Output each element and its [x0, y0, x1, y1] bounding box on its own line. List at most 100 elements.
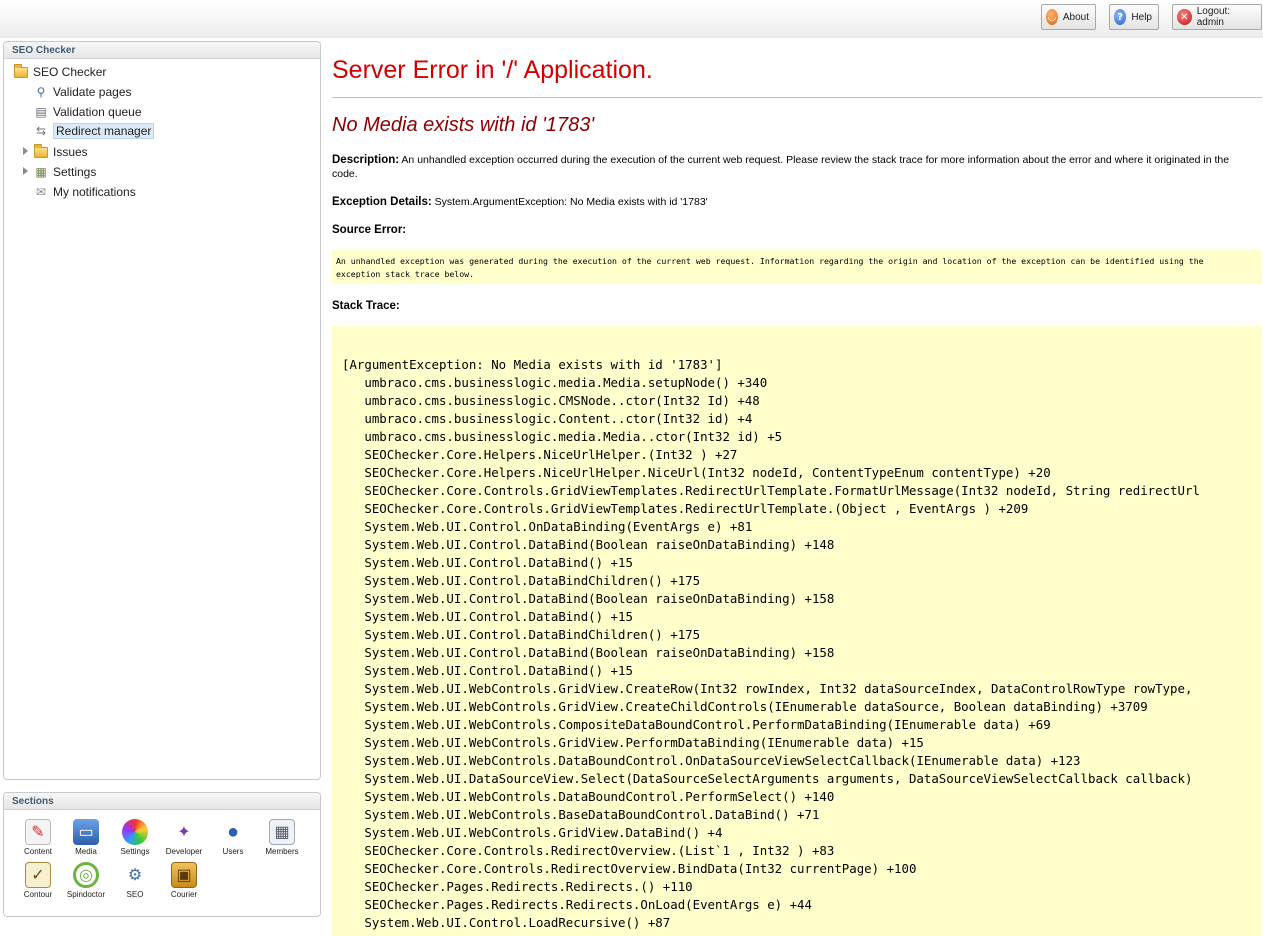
description-paragraph: Description: An unhandled exception occu…	[332, 153, 1257, 181]
section-label: Settings	[120, 847, 150, 856]
logout-icon: ✕	[1177, 9, 1192, 25]
stack-trace-line: System.Web.UI.Control.DataBindChildren()…	[342, 573, 701, 588]
tree-item-validate-pages[interactable]: ⚲ Validate pages	[33, 83, 132, 101]
section-label: Courier	[170, 890, 198, 899]
help-icon: ?	[1114, 9, 1127, 25]
description-label: Description:	[332, 154, 400, 166]
section-label: Developer	[165, 847, 203, 856]
tree-item-redirect-manager[interactable]: ⇆ Redirect manager	[33, 122, 155, 140]
sections-panel-title: Sections	[4, 793, 320, 810]
stack-trace-line: SEOChecker.Core.Controls.RedirectOvervie…	[342, 861, 917, 876]
section-content[interactable]: ✎ Content	[16, 819, 60, 856]
logout-label: Logout: admin	[1196, 6, 1231, 28]
sections-panel: Sections ✎ Content ▭ Media Settings ✦ De…	[3, 792, 321, 917]
developer-icon: ✦	[177, 824, 191, 841]
section-label: Spindoctor	[66, 890, 106, 899]
tree-item-settings[interactable]: ▦ Settings	[33, 163, 96, 181]
stack-trace-line: System.Web.UI.Control.DataBind() +15	[342, 663, 633, 678]
tree-panel-title: SEO Checker	[4, 42, 320, 59]
stack-trace-line: SEOChecker.Core.Helpers.NiceUrlHelper.Ni…	[342, 465, 1051, 480]
section-label: Media	[75, 847, 97, 856]
stack-trace-line: System.Web.UI.WebControls.GridView.DataB…	[342, 825, 723, 840]
section-label: SEO	[126, 890, 144, 899]
stack-trace-line: SEOChecker.Pages.Redirects.Redirects.() …	[342, 879, 693, 894]
exception-details-paragraph: Exception Details: System.ArgumentExcept…	[332, 195, 708, 209]
tree-item-seo-checker[interactable]: SEO Checker	[13, 63, 106, 81]
error-message: No Media exists with id '1783'	[332, 114, 595, 136]
stack-trace-line: System.Web.UI.DataSourceView.Select(Data…	[342, 771, 1193, 786]
tree-item-label: Issues	[53, 145, 88, 159]
section-contour[interactable]: ✓ Contour	[16, 862, 60, 899]
stack-trace-line: System.Web.UI.WebControls.DataBoundContr…	[342, 753, 1081, 768]
tree-item-label: Settings	[53, 165, 97, 179]
folder-icon	[13, 63, 29, 80]
stack-trace-line: System.Web.UI.WebControls.GridView.Creat…	[342, 681, 1193, 696]
stack-trace-line: SEOChecker.Pages.Redirects.Redirects.OnL…	[342, 897, 812, 912]
expand-arrow-issues[interactable]	[23, 147, 28, 155]
stack-trace-line: System.Web.UI.Control.DataBindChildren()…	[342, 627, 701, 642]
tree-item-validation-queue[interactable]: ▤ Validation queue	[33, 103, 142, 121]
about-button[interactable]: ◡ About	[1041, 4, 1096, 30]
stack-trace-lines: [ArgumentException: No Media exists with…	[342, 356, 1262, 932]
tree-item-label: Validation queue	[53, 105, 142, 119]
tree-item-label: Validate pages	[53, 85, 132, 99]
section-developer[interactable]: ✦ Developer	[162, 819, 206, 856]
stack-trace-line: System.Web.UI.WebControls.BaseDataBoundC…	[342, 807, 820, 822]
help-label: Help	[1131, 11, 1152, 23]
stack-trace-line: System.Web.UI.Control.DataBind(Boolean r…	[342, 537, 835, 552]
source-error-heading: Source Error:	[332, 224, 407, 236]
section-members[interactable]: ▦ Members	[260, 819, 304, 856]
section-seo[interactable]: ⚙ SEO	[113, 862, 157, 899]
section-users[interactable]: ● Users	[211, 819, 255, 857]
stack-trace-heading: Stack Trace:	[332, 300, 400, 312]
section-label: Contour	[23, 890, 53, 899]
section-spindoctor[interactable]: ◎ Spindoctor	[64, 862, 108, 899]
source-error-box: An unhandled exception was generated dur…	[332, 250, 1262, 284]
users-icon: ●	[226, 820, 240, 843]
stack-trace-line: System.Web.UI.Control.LoadRecursive() +8…	[342, 915, 671, 930]
stack-trace-line: System.Web.UI.Control.DataBind() +15	[342, 555, 633, 570]
media-icon: ▭	[73, 819, 99, 845]
title-divider	[332, 97, 1262, 98]
spindoctor-icon: ◎	[73, 862, 99, 888]
tree-item-issues[interactable]: Issues	[33, 143, 88, 161]
stack-trace-line: System.Web.UI.WebControls.GridView.Perfo…	[342, 735, 924, 750]
stack-trace-line: SEOChecker.Core.Helpers.NiceUrlHelper.(I…	[342, 447, 738, 462]
about-icon: ◡	[1046, 9, 1058, 25]
section-courier[interactable]: ▣ Courier	[162, 862, 206, 899]
settings-icon: ▦	[35, 165, 47, 179]
settings-icon	[122, 819, 148, 845]
stack-trace-line: umbraco.cms.businesslogic.Content..ctor(…	[342, 411, 753, 426]
folder-icon	[33, 143, 49, 160]
envelope-icon: ✉	[35, 185, 47, 199]
exception-label: Exception Details:	[332, 196, 432, 208]
expand-arrow-settings[interactable]	[23, 167, 28, 175]
stack-trace-line: umbraco.cms.businesslogic.CMSNode..ctor(…	[342, 393, 760, 408]
stack-trace-line: System.Web.UI.Control.DataBind(Boolean r…	[342, 591, 835, 606]
help-button[interactable]: ? Help	[1109, 4, 1159, 30]
page-title: Server Error in '/' Application.	[332, 56, 653, 84]
stack-trace-line: SEOChecker.Core.Controls.RedirectOvervie…	[342, 843, 835, 858]
content-icon: ✎	[25, 819, 51, 845]
section-media[interactable]: ▭ Media	[64, 819, 108, 856]
tree-item-my-notifications[interactable]: ✉ My notifications	[33, 183, 136, 201]
tree-item-label: Redirect manager	[53, 123, 155, 139]
section-label: Members	[265, 847, 299, 856]
stack-trace-line: umbraco.cms.businesslogic.media.Media.se…	[342, 375, 768, 390]
stack-trace-line: SEOChecker.Core.Controls.GridViewTemplat…	[342, 501, 1029, 516]
courier-icon: ▣	[171, 862, 197, 888]
contour-icon: ✓	[25, 862, 51, 888]
section-label: Users	[222, 847, 244, 856]
stack-trace-line: System.Web.UI.WebControls.GridView.Creat…	[342, 699, 1148, 714]
about-label: About	[1062, 11, 1089, 23]
tree-item-label: My notifications	[53, 185, 136, 199]
section-label: Content	[23, 847, 53, 856]
stack-trace-line: [ArgumentException: No Media exists with…	[342, 357, 723, 372]
stack-trace-line: SEOChecker.Core.Controls.GridViewTemplat…	[342, 483, 1200, 498]
stack-trace-line: umbraco.cms.businesslogic.media.Media..c…	[342, 429, 783, 444]
seo-icon: ⚙	[127, 867, 143, 884]
stack-trace-line: System.Web.UI.Control.DataBind() +15	[342, 609, 633, 624]
description-text: An unhandled exception occurred during t…	[332, 154, 1230, 180]
logout-button[interactable]: ✕ Logout: admin	[1172, 4, 1262, 30]
section-settings[interactable]: Settings	[113, 819, 157, 856]
